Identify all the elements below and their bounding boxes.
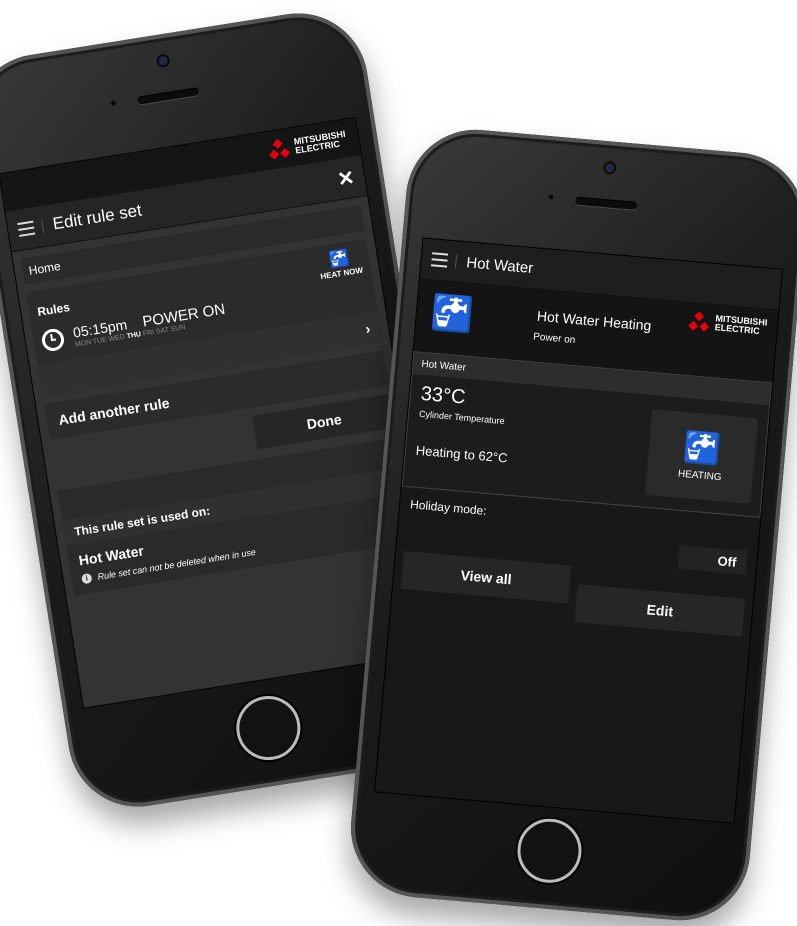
hamburger-menu-icon[interactable] [430,252,458,269]
info-icon: i [81,572,93,585]
sensor-dot [548,194,554,200]
device-name: Hot Water Heating [536,307,652,334]
chevron-right-icon: › [364,320,372,337]
earpiece-speaker [574,196,638,210]
mitsubishi-logo: MITSUBISHI ELECTRIC [687,311,768,338]
right-phone: Hot Water 🚰 Hot Water Heating Power on M… [345,124,797,926]
close-icon[interactable]: ✕ [336,164,356,191]
clock-icon [40,327,66,353]
earpiece-speaker [137,87,200,105]
mitsubishi-logo: MITSUBISHI ELECTRIC [267,129,348,161]
tap-icon: 🚰 [429,293,475,335]
device-status: Power on [532,331,576,347]
front-camera [604,163,615,173]
heating-target: Heating to 62°C [415,442,509,466]
temperature-value: 33°C [419,382,467,409]
front-camera [158,55,169,66]
view-all-button[interactable]: View all [400,550,572,604]
right-phone-screen: Hot Water 🚰 Hot Water Heating Power on M… [373,237,784,824]
home-button[interactable] [231,691,305,765]
heating-tile[interactable]: 🚰 HEATING [644,409,758,504]
hamburger-menu-icon[interactable] [17,219,45,237]
edit-button[interactable]: Edit [574,584,746,637]
temperature-label: Cylinder Temperature [418,408,506,427]
rules-header: Rules [36,300,71,319]
tap-icon: 🚰 [682,430,723,468]
sensor-dot [110,100,117,106]
home-button[interactable] [514,816,585,886]
